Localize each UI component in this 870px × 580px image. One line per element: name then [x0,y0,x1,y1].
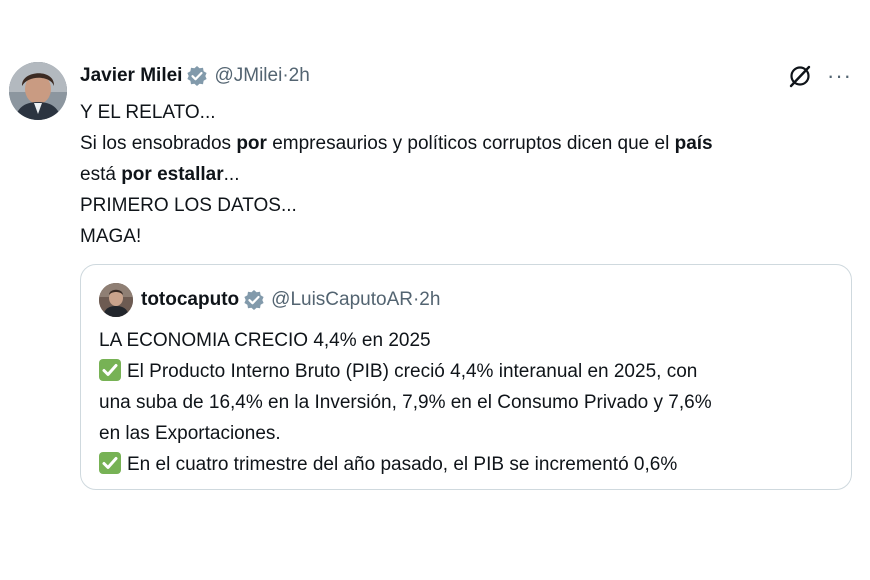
text-segment-bold: país [674,133,713,154]
quoted-line: El Producto Interno Bruto (PIB) creció 4… [99,356,839,387]
verified-badge-icon [186,65,208,87]
quoted-bullet-text: El Producto Interno Bruto (PIB) creció 4… [127,361,698,382]
quoted-tweet-timestamp[interactable]: 2h [419,289,440,311]
verified-badge-icon [243,289,265,311]
tweet-text: Y EL RELATO... Si los ensobrados por emp… [80,97,860,252]
tweet-header: Javier Milei @JMilei · 2h [80,63,310,89]
author-avatar[interactable] [9,62,67,120]
tweet: Javier Milei @JMilei · 2h ··· Y EL RELAT… [0,0,870,580]
quoted-tweet[interactable]: totocaputo @LuisCaputoAR · 2h LA ECONOMI… [80,264,852,490]
check-mark-icon [99,359,121,381]
text-segment: PRIMERO LOS DATOS... [80,195,297,216]
grok-icon[interactable] [787,63,813,89]
text-segment-bold: por [236,133,267,154]
quoted-author-name[interactable]: totocaputo [141,289,239,311]
tweet-line: Y EL RELATO... [80,97,860,128]
text-segment: Si los ensobrados [80,133,237,154]
more-options-icon[interactable]: ··· [827,65,852,87]
quoted-bullet-text: En el cuatro trimestre del año pasado, e… [127,454,678,475]
quoted-author-avatar[interactable] [99,283,133,317]
text-segment: MAGA! [80,226,142,247]
text-segment: empresaurios y políticos corruptos dicen… [266,133,675,154]
quoted-line: una suba de 16,4% en la Inversión, 7,9% … [99,392,712,413]
author-name[interactable]: Javier Milei [80,65,182,87]
check-mark-icon [99,452,121,474]
quoted-tweet-header: totocaputo @LuisCaputoAR · 2h [99,283,440,317]
tweet-line: está por estallar... [80,159,860,190]
tweet-line: MAGA! [80,221,860,252]
tweet-line: PRIMERO LOS DATOS... [80,190,860,221]
author-handle[interactable]: @JMilei [214,65,282,87]
quoted-headline: LA ECONOMIA CRECIO 4,4% en 2025 [99,330,431,351]
quoted-line: en las Exportaciones. [99,423,281,444]
text-segment-bold: por estallar [121,164,224,185]
text-segment: está [80,164,122,185]
tweet-timestamp[interactable]: 2h [289,65,310,87]
text-segment: Y EL RELATO... [80,102,216,123]
quoted-line: En el cuatro trimestre del año pasado, e… [99,449,839,480]
quoted-tweet-text: LA ECONOMIA CRECIO 4,4% en 2025 El Produ… [99,325,839,480]
tweet-line: Si los ensobrados por empresaurios y pol… [80,128,860,159]
tweet-actions: ··· [787,63,852,89]
quoted-author-handle[interactable]: @LuisCaputoAR [271,289,413,311]
text-segment: ... [223,164,240,185]
